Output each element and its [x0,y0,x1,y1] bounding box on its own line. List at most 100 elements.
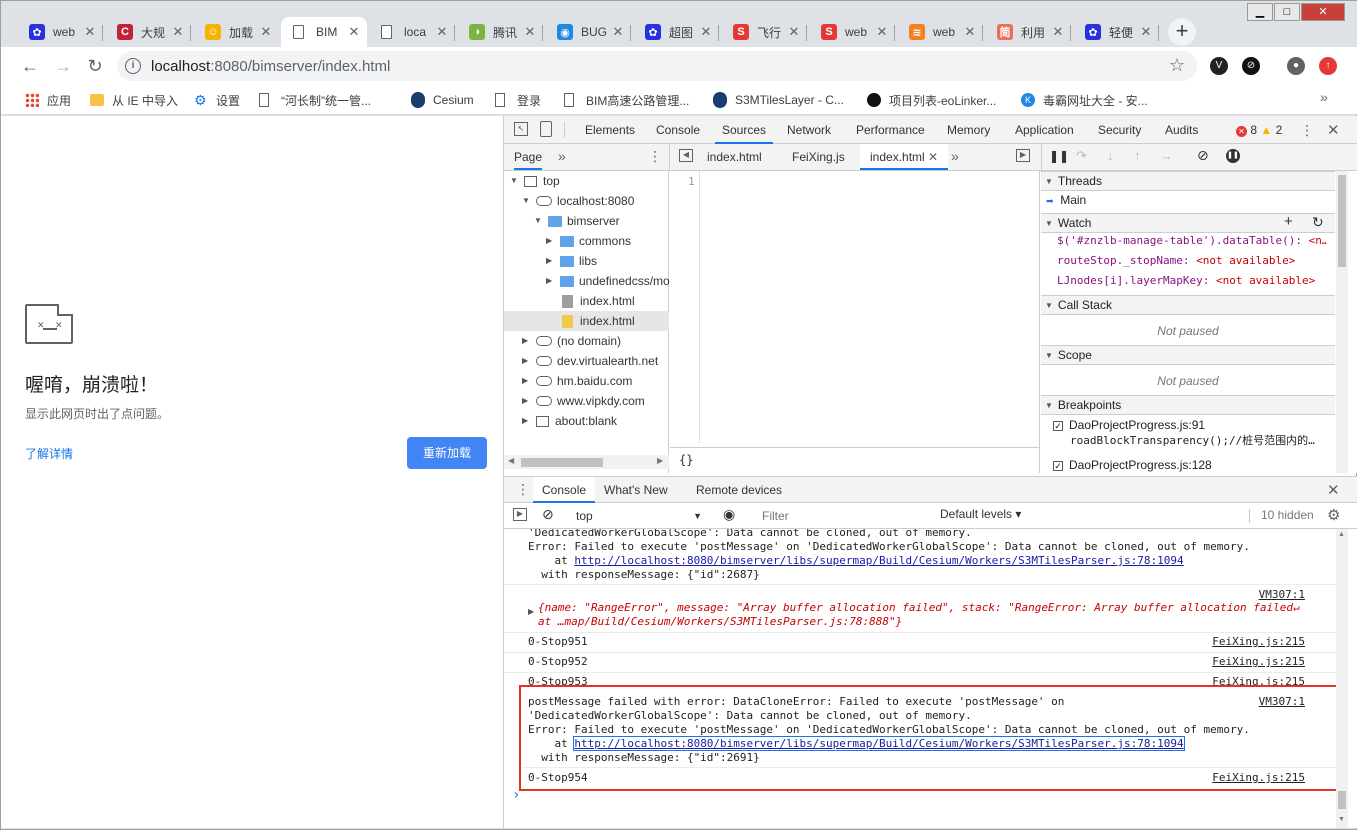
tab-console[interactable]: Console [656,116,700,144]
expand-object-icon[interactable]: ▶ [528,607,534,616]
profile-avatar-icon[interactable]: ● [1287,57,1305,75]
tree-item[interactable]: index.html [546,291,635,311]
toggle-navigator-icon[interactable]: ◀ [679,149,693,162]
browser-tab[interactable]: 简利用 ✕ [985,17,1071,47]
toggle-debugger-icon[interactable]: ▶ [1016,149,1030,162]
scope-header[interactable]: Scope [1041,345,1335,365]
scrollbar-thumb[interactable] [521,458,603,467]
more-bookmarks-icon[interactable]: » [1320,89,1328,105]
watch-expression[interactable]: $('#znzlb-manage-table').dataTable(): <n… [1057,234,1327,247]
file-tab-index-html-active[interactable]: index.html ✕ [860,144,949,170]
tree-expand-icon[interactable]: ▶ [522,391,532,411]
tab-audits[interactable]: Audits [1165,116,1198,144]
bookmark-item[interactable]: BIM高速公路管理... [564,91,689,109]
forward-icon[interactable]: → [52,55,74,77]
close-devtools-icon[interactable]: ✕ [1327,121,1340,139]
issue-counter[interactable]: ✕ 8 ▲ 2 [1236,123,1282,137]
breakpoint-checkbox[interactable]: ✓ [1053,460,1063,471]
bookmark-item[interactable]: 应用 [25,91,71,109]
bookmark-item[interactable]: Cesium [411,91,474,109]
tab-sources[interactable]: Sources [715,116,774,144]
console-prompt[interactable]: › [512,787,520,803]
bookmark-item[interactable]: 从 IE 中导入 [90,91,178,109]
browser-tab[interactable]: ☺ 加载 ✕ [193,17,279,47]
breakpoint-checkbox[interactable]: ✓ [1053,420,1063,431]
browser-tab[interactable]: ◑ 腾讯 ✕ [457,17,543,47]
step-out-icon[interactable]: ↑ [1134,148,1141,163]
log-source-link[interactable]: VM307:1 [1259,588,1305,601]
tab-performance[interactable]: Performance [856,116,925,144]
close-tab-icon[interactable]: ✕ [787,24,801,40]
close-tab-icon[interactable]: ✕ [523,24,537,40]
step-into-icon[interactable]: ↓ [1107,148,1114,163]
device-toolbar-icon[interactable] [540,121,552,137]
close-tab-icon[interactable]: ✕ [1051,24,1065,40]
drawer-menu-icon[interactable]: ⋮ [516,481,530,498]
code-editor[interactable]: 1 {} [670,171,1040,473]
file-tab-feixing-js[interactable]: FeiXing.js [792,144,845,170]
thread-main[interactable]: ➡ Main [1046,193,1086,207]
browser-tab[interactable]: ✿ web ✕ [17,17,103,47]
tree-expand-icon[interactable]: ▶ [522,331,532,351]
breakpoints-header[interactable]: Breakpoints [1041,395,1335,415]
bookmark-item[interactable]: S3MTilesLayer - C... [713,91,844,109]
add-watch-icon[interactable]: + [1284,213,1293,231]
tree-item[interactable]: ▶ libs [546,251,597,271]
close-tab-icon[interactable]: ✕ [259,24,273,40]
bookmark-item[interactable]: 项目列表-eoLinker... [867,91,996,109]
error-object-text[interactable]: {name: "RangeError", message: "Array buf… [538,601,1300,614]
bookmark-item[interactable]: ⚙ 设置 [194,91,240,109]
stack-trace-link[interactable]: http://localhost:8080/bimserver/libs/sup… [574,554,1183,567]
devtools-menu-icon[interactable]: ⋮ [1300,122,1314,139]
console-sidebar-icon[interactable]: ▶ [513,508,527,521]
pause-icon[interactable]: ❚❚ [1049,149,1069,163]
breakpoint-item[interactable]: ✓ DaoProjectProgress.js:128 [1053,458,1335,472]
file-tab-index-html[interactable]: index.html [707,144,762,170]
tree-expand-icon[interactable]: ▼ [522,191,532,211]
browser-tab[interactable]: ≋ web ✕ [897,17,983,47]
tab-memory[interactable]: Memory [947,116,990,144]
learn-more-link[interactable]: 了解详情 [25,445,73,462]
threads-header[interactable]: Threads [1041,171,1335,191]
address-bar[interactable]: i localhost:8080/bimserver/index.html ☆ [117,51,1197,81]
close-tab-icon[interactable]: ✕ [171,24,185,40]
browser-tab[interactable]: ✿ 轻便 ✕ [1073,17,1159,47]
browser-tab[interactable]: Sweb ✕ [809,17,895,47]
bookmark-item[interactable]: K 毒霸网址大全 - 安... [1021,91,1148,109]
tree-expand-icon[interactable]: ▼ [534,211,544,231]
sidebar-scrollbar[interactable] [1336,171,1348,473]
extension-eo-icon[interactable]: ⊘ [1242,57,1260,75]
more-tabs-icon[interactable]: » [558,148,566,164]
inspect-icon[interactable]: ↖ [514,122,528,136]
log-source-link[interactable]: FeiXing.js:215 [1212,655,1305,668]
maximize-button[interactable]: □ [1274,3,1300,21]
browser-tab[interactable]: loca ✕ [369,17,455,47]
deactivate-breakpoints-icon[interactable]: ⊘ [1197,147,1209,164]
bookmark-item[interactable]: “河长制”统一管... [259,91,371,109]
tree-item[interactable]: ▶ about:blank [522,411,617,431]
pause-on-exceptions-icon[interactable]: ❚❚ [1226,149,1240,163]
log-levels-dropdown[interactable]: Default levels ▾ [940,507,1021,521]
scrollbar-thumb[interactable] [1338,175,1346,267]
tree-item[interactable]: ▼ localhost:8080 [522,191,634,211]
console-filter-input[interactable] [756,506,931,526]
context-select[interactable]: top ▼ [568,506,708,526]
callstack-header[interactable]: Call Stack [1041,295,1335,315]
close-tab-icon[interactable]: ✕ [1139,24,1153,40]
tab-security[interactable]: Security [1098,116,1141,144]
step-over-icon[interactable]: ↷ [1076,148,1087,164]
minimize-button[interactable]: ▁ [1247,3,1273,21]
close-file-icon[interactable]: ✕ [928,150,938,164]
tab-page[interactable]: Page [514,144,543,170]
close-tab-icon[interactable]: ✕ [963,24,977,40]
tree-expand-icon[interactable]: ▶ [522,351,532,371]
extension-v-icon[interactable]: V [1210,57,1228,75]
log-source-link[interactable]: FeiXing.js:215 [1212,635,1305,648]
tree-expand-icon[interactable]: ▶ [522,411,532,431]
tab-application[interactable]: Application [1015,116,1074,144]
back-icon[interactable]: ← [19,55,41,77]
close-tab-icon[interactable]: ✕ [699,24,713,40]
info-icon[interactable]: i [125,58,141,74]
navigator-menu-icon[interactable]: ⋮ [648,148,662,165]
navigator-scrollbar[interactable]: ◀ ▶ [504,455,669,469]
